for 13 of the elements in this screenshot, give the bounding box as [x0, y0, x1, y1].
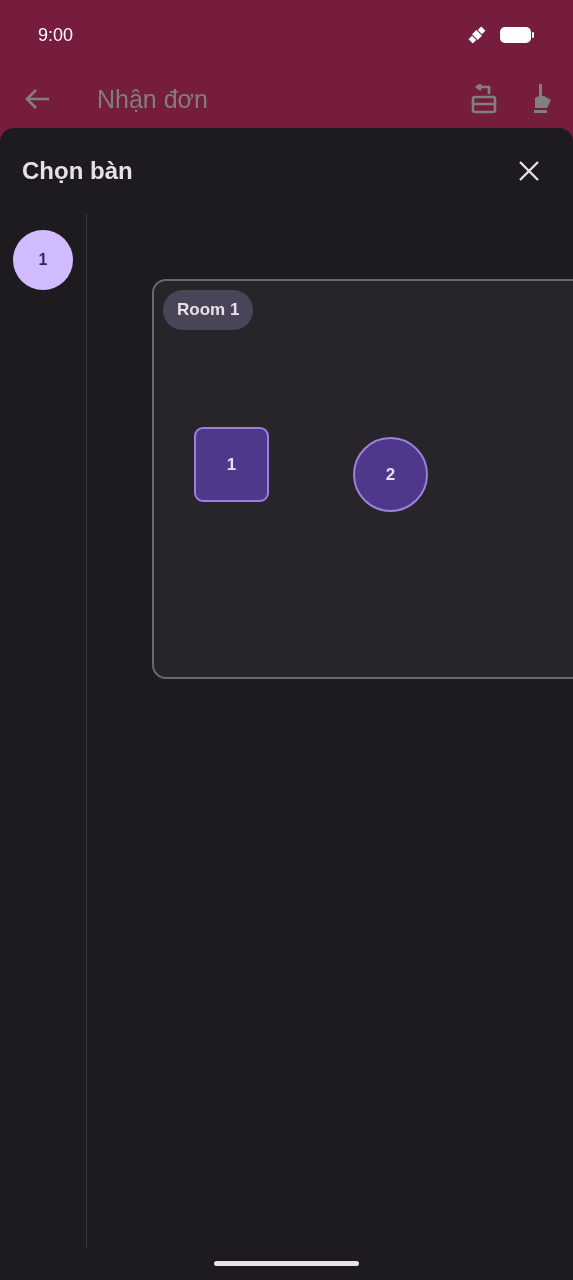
square-table[interactable]: 1 — [194, 427, 269, 502]
back-arrow-icon[interactable] — [25, 88, 51, 110]
room-tab[interactable]: 1 — [13, 230, 73, 290]
satellite-icon — [467, 25, 487, 45]
tray-icon[interactable] — [471, 84, 497, 114]
round-table[interactable]: 2 — [353, 437, 428, 512]
page-title: Nhận đơn — [97, 84, 209, 114]
room-label: Room 1 — [163, 290, 254, 330]
close-icon[interactable] — [518, 160, 540, 182]
status-time: 9:00 — [38, 24, 74, 46]
battery-icon — [499, 26, 535, 44]
sheet-title: Chọn bàn — [22, 157, 133, 185]
pointing-hand-icon[interactable] — [531, 84, 553, 114]
